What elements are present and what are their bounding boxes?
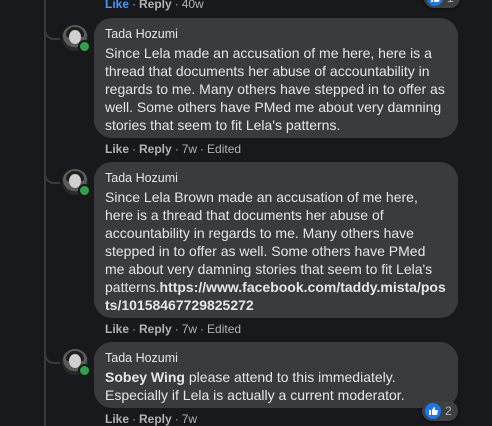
comment-text: Since Lela made an accusation of me here… [105, 45, 445, 133]
reaction-badge[interactable]: 2 [422, 401, 458, 421]
like-link[interactable]: Like [105, 0, 129, 11]
comment-author[interactable]: Tada Hozumi [105, 26, 446, 42]
online-status-icon [78, 40, 91, 53]
reaction-count: 1 [447, 0, 454, 5]
avatar[interactable] [62, 349, 91, 377]
comment-actions: Like · Reply · 7w · Edited [105, 322, 242, 336]
comment-author[interactable]: Tada Hozumi [105, 170, 446, 186]
reply-connector [44, 170, 60, 184]
edited-label[interactable]: Edited [207, 142, 241, 156]
comment-bubble: Tada Hozumi Since Lela made an accusatio… [94, 18, 458, 138]
like-link[interactable]: Like [105, 142, 129, 156]
reply-link[interactable]: Reply [139, 0, 172, 11]
like-link[interactable]: Like [105, 322, 129, 336]
timestamp[interactable]: 7w [182, 412, 197, 426]
previous-comment-actions: Like · Reply · 40w [105, 0, 204, 11]
like-thumb-icon [427, 0, 443, 6]
reply-link[interactable]: Reply [139, 142, 172, 156]
timestamp[interactable]: 40w [182, 0, 204, 11]
edited-label[interactable]: Edited [207, 322, 241, 336]
reply-connector [44, 26, 60, 40]
comment-text: Sobey Wing please attend to this immedia… [105, 368, 446, 404]
reply-link[interactable]: Reply [139, 412, 172, 426]
reply-connector [44, 350, 60, 364]
like-thumb-icon [425, 403, 441, 419]
reaction-count: 2 [445, 404, 452, 418]
thread-line [44, 0, 46, 426]
comment-actions: Like · Reply · 7w · Edited [105, 142, 242, 156]
online-status-icon [78, 364, 91, 377]
avatar[interactable] [62, 169, 91, 197]
comment-actions: Like · Reply · 7w [105, 412, 198, 426]
reply-link[interactable]: Reply [139, 322, 172, 336]
reaction-badge[interactable]: 1 [424, 0, 460, 8]
mention-link[interactable]: Sobey Wing [105, 369, 185, 385]
online-status-icon [78, 184, 91, 197]
timestamp[interactable]: 7w [182, 142, 197, 156]
timestamp[interactable]: 7w [182, 322, 197, 336]
comment-author[interactable]: Tada Hozumi [105, 350, 446, 366]
avatar[interactable] [62, 25, 91, 53]
comment-bubble: Tada Hozumi Since Lela Brown made an acc… [94, 162, 458, 318]
like-link[interactable]: Like [105, 412, 129, 426]
comment-bubble: Tada Hozumi Sobey Wing please attend to … [94, 342, 458, 408]
comment-text: Since Lela Brown made an accusation of m… [105, 188, 446, 314]
